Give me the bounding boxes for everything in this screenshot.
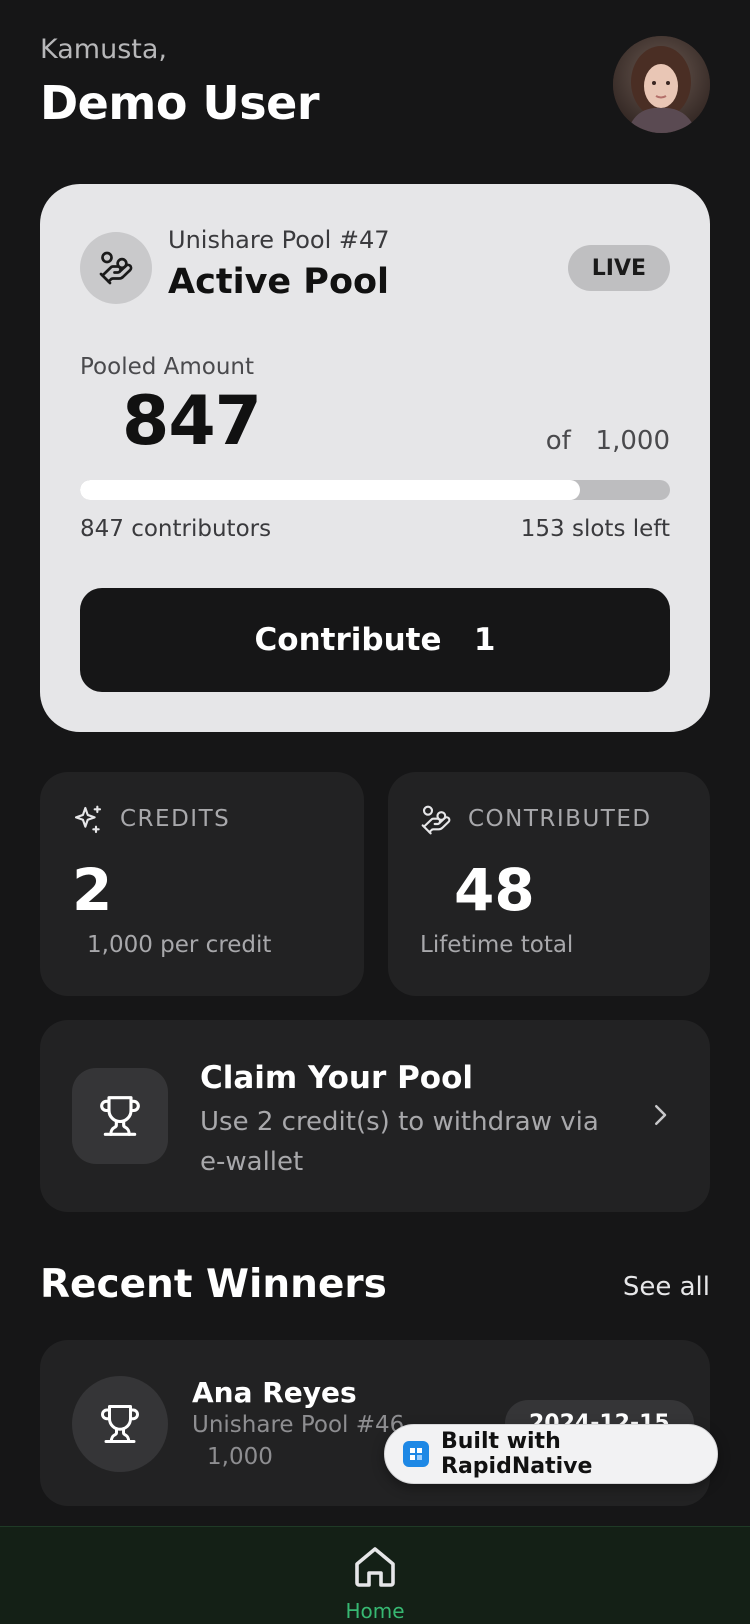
trophy-icon <box>72 1068 168 1164</box>
pool-target-text: of 1,000 <box>545 426 670 456</box>
winner-pool: Unishare Pool #46 <box>192 1412 405 1438</box>
chevron-right-icon <box>655 1105 667 1125</box>
home-screen: Kamusta, Demo User Unishare Pool #47 Act… <box>0 0 750 1624</box>
pool-name: Unishare Pool #47 <box>168 226 390 254</box>
contributed-label: CONTRIBUTED <box>468 806 652 832</box>
hand-coins-icon <box>80 232 152 304</box>
winner-amount: 1,000 <box>207 1444 273 1470</box>
claim-pool-card[interactable]: Claim Your Pool Use 2 credit(s) to withd… <box>40 1020 710 1212</box>
status-badge: LIVE <box>567 245 670 291</box>
greeting-text: Kamusta, <box>40 34 167 65</box>
slots-left: 153 slots left <box>520 516 670 542</box>
recent-winners-heading: Recent Winners <box>40 1262 387 1307</box>
see-all-link[interactable]: See all <box>623 1272 710 1302</box>
home-icon <box>355 1547 395 1587</box>
username-heading: Demo User <box>40 76 320 130</box>
built-with-badge[interactable]: Built with RapidNative <box>384 1424 718 1484</box>
pooled-amount-value: 847 <box>122 382 262 461</box>
tab-home-label: Home <box>345 1599 405 1623</box>
contribute-button[interactable]: Contribute 1 <box>80 588 670 692</box>
pool-title: Active Pool <box>168 262 390 302</box>
credits-value: 2 <box>72 856 113 924</box>
claim-description: Use 2 credit(s) to withdraw via e-wallet <box>200 1107 599 1177</box>
bottom-nav: Home <box>0 1526 750 1624</box>
pooled-amount-label: Pooled Amount <box>80 354 255 380</box>
pool-progress-bar <box>80 480 670 500</box>
contributed-card: CONTRIBUTED 48 Lifetime total <box>388 772 710 996</box>
credits-label: CREDITS <box>120 806 231 832</box>
rapidnative-logo-icon <box>403 1441 429 1467</box>
trophy-icon <box>72 1376 168 1472</box>
active-pool-card: Unishare Pool #47 Active Pool LIVE Poole… <box>40 184 710 732</box>
built-with-text: Built with RapidNative <box>441 1429 593 1479</box>
hand-coins-icon <box>421 805 451 835</box>
avatar[interactable] <box>613 36 710 133</box>
contributors-count: 847 contributors <box>80 516 272 542</box>
pool-progress-fill <box>80 480 580 500</box>
claim-title: Claim Your Pool <box>200 1060 474 1096</box>
sparkle-icon <box>74 805 102 834</box>
credits-sub: 1,000 per credit <box>87 932 272 958</box>
contributed-value: 48 <box>454 856 535 924</box>
winner-name: Ana Reyes <box>192 1376 357 1409</box>
contributed-sub: Lifetime total <box>420 932 574 958</box>
credits-card: CREDITS 2 1,000 per credit <box>40 772 364 996</box>
tab-home[interactable]: Home <box>335 1537 415 1624</box>
